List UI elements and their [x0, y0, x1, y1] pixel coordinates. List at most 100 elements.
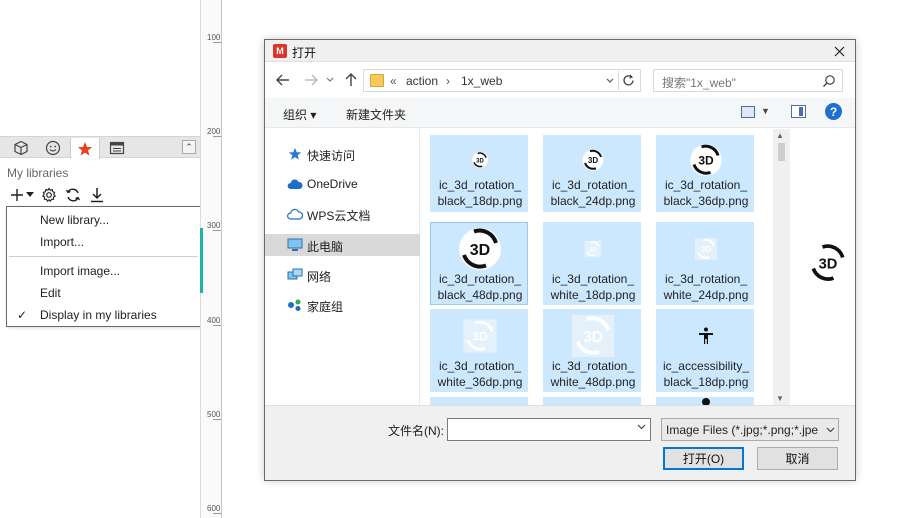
- chevron-down-icon: [326, 77, 334, 82]
- sync-button[interactable]: [64, 186, 82, 204]
- file-item[interactable]: 3D ic_3d_rotation_ white_24dp.png: [656, 222, 754, 305]
- cancel-button[interactable]: 取消: [757, 447, 838, 470]
- nav-item-onedrive[interactable]: OneDrive: [265, 173, 420, 195]
- nav-item-label: 家庭组: [307, 300, 344, 314]
- tab-emoji[interactable]: [38, 138, 68, 158]
- 3d-rotation-icon: 3D: [459, 228, 501, 270]
- nav-item-this-pc[interactable]: 此电脑: [265, 234, 420, 256]
- chevron-down-icon: [822, 419, 838, 440]
- open-button[interactable]: 打开(O): [663, 447, 744, 470]
- open-file-dialog: M 打开 « action › 1x_web 搜索"1x_web" 组织 ▾ 新…: [264, 39, 856, 481]
- file-item-partial[interactable]: [543, 397, 641, 405]
- file-item-partial[interactable]: [430, 397, 528, 405]
- breadcrumb-overflow[interactable]: «: [390, 74, 397, 88]
- 3d-rotation-icon: 3D: [807, 242, 849, 284]
- breadcrumb-arrow: ›: [446, 74, 450, 88]
- library-panel: ⌃ My libraries New library... Import... …: [0, 0, 222, 518]
- address-dropdown[interactable]: [604, 74, 616, 88]
- filename-field[interactable]: [447, 418, 651, 441]
- file-item[interactable]: 3D ic_3d_rotation_ white_48dp.png: [543, 309, 641, 392]
- scroll-up-icon[interactable]: ▲: [776, 131, 784, 140]
- cloud-icon: [287, 177, 303, 191]
- file-name-line: ic_3d_rotation_: [438, 359, 522, 373]
- nav-item-wps-cloud[interactable]: WPS云文档: [265, 203, 420, 225]
- arrow-up-icon: [345, 73, 357, 86]
- add-button[interactable]: [8, 186, 26, 204]
- menu-item-import-image[interactable]: Import image...: [7, 261, 200, 282]
- file-item[interactable]: 3D ic_3d_rotation_ black_24dp.png: [543, 135, 641, 212]
- gear-icon: [41, 187, 57, 203]
- file-item[interactable]: 3D ic_3d_rotation_ white_36dp.png: [430, 309, 528, 392]
- file-item-partial[interactable]: [656, 397, 754, 405]
- star-icon: [77, 141, 93, 156]
- file-name: ic_3d_rotation_ black_18dp.png: [431, 177, 529, 209]
- scroll-down-icon[interactable]: ▼: [776, 394, 784, 403]
- chevron-down-icon[interactable]: [637, 422, 646, 433]
- tab-favorites[interactable]: [70, 138, 100, 159]
- menu-item-new-library[interactable]: New library...: [7, 210, 200, 231]
- breadcrumb-item-1x-web[interactable]: 1x_web: [461, 74, 502, 88]
- up-button[interactable]: [343, 72, 359, 88]
- breadcrumb-item-action[interactable]: action: [406, 74, 438, 88]
- address-bar[interactable]: « action › 1x_web: [363, 69, 641, 92]
- help-icon[interactable]: ?: [825, 103, 842, 120]
- nav-item-quick-access[interactable]: 快速访问: [265, 143, 420, 165]
- file-name-line: black_18dp.png: [663, 375, 749, 389]
- close-icon: [834, 46, 844, 56]
- add-dropdown[interactable]: [26, 186, 34, 204]
- checkmark-icon: ✓: [17, 308, 28, 322]
- menu-item-edit[interactable]: Edit: [7, 283, 200, 304]
- ruler-tick: [213, 325, 221, 326]
- computer-icon: [287, 238, 303, 252]
- view-options-icon[interactable]: [741, 106, 755, 118]
- accessibility-icon: [699, 327, 713, 344]
- file-item[interactable]: 3D ic_3d_rotation_ black_48dp.png: [430, 222, 528, 305]
- svg-text:3D: 3D: [819, 257, 838, 273]
- download-button[interactable]: [88, 186, 106, 204]
- file-name-line: white_48dp.png: [550, 375, 636, 389]
- organize-button[interactable]: 组织 ▾: [283, 106, 316, 123]
- 3d-rotation-icon: 3D: [463, 319, 497, 353]
- ruler-tick: [213, 419, 221, 420]
- nav-item-label: 网络: [307, 270, 332, 284]
- forward-button[interactable]: [303, 72, 319, 88]
- file-name: ic_accessibility_ black_18dp.png: [657, 358, 755, 390]
- view-dropdown[interactable]: ▼: [761, 106, 770, 116]
- preview-pane-icon[interactable]: [791, 105, 806, 118]
- 3d-rotation-icon: 3D: [582, 149, 604, 171]
- library-context-menu: New library... Import... Import image...…: [6, 206, 201, 327]
- file-name-line: white_36dp.png: [437, 375, 523, 389]
- file-name-line: black_18dp.png: [437, 194, 523, 208]
- menu-item-display-in-my-libraries[interactable]: ✓ Display in my libraries: [7, 305, 200, 326]
- scroll-thumb[interactable]: [778, 143, 785, 161]
- tab-shapes[interactable]: [6, 138, 36, 158]
- file-name-line: ic_accessibility_: [662, 359, 750, 373]
- arrow-left-icon: [276, 74, 289, 86]
- svg-text:3D: 3D: [701, 245, 711, 254]
- vertical-ruler: 100 200 300 400 500 600: [200, 0, 222, 518]
- close-button[interactable]: [829, 42, 849, 60]
- tab-templates[interactable]: [102, 138, 132, 158]
- file-item[interactable]: 3D ic_3d_rotation_ white_18dp.png: [543, 222, 641, 305]
- nav-item-label: 此电脑: [307, 240, 344, 254]
- recent-locations-button[interactable]: [325, 72, 335, 88]
- ruler-tick: [213, 513, 221, 514]
- collapse-button[interactable]: ⌃: [182, 140, 196, 154]
- file-list-scrollbar[interactable]: ▲ ▼: [773, 129, 790, 405]
- menu-item-import[interactable]: Import...: [7, 232, 200, 253]
- file-item[interactable]: 3D ic_3d_rotation_ black_36dp.png: [656, 135, 754, 212]
- download-icon: [91, 188, 103, 203]
- nav-item-homegroup[interactable]: 家庭组: [265, 294, 420, 316]
- search-input[interactable]: 搜索"1x_web": [653, 69, 843, 92]
- file-item[interactable]: 3D ic_3d_rotation_ black_18dp.png: [430, 135, 528, 212]
- back-button[interactable]: [275, 72, 291, 88]
- refresh-button[interactable]: [618, 71, 638, 90]
- svg-text:3D: 3D: [588, 156, 598, 165]
- dialog-titlebar[interactable]: M 打开: [265, 40, 855, 62]
- file-item[interactable]: ic_accessibility_ black_18dp.png: [656, 309, 754, 392]
- new-folder-button[interactable]: 新建文件夹: [346, 106, 406, 123]
- ruler-tick: [213, 230, 221, 231]
- nav-item-network[interactable]: 网络: [265, 264, 420, 286]
- file-type-select[interactable]: Image Files (*.jpg;*.png;*.jpe: [661, 418, 839, 441]
- settings-button[interactable]: [40, 186, 58, 204]
